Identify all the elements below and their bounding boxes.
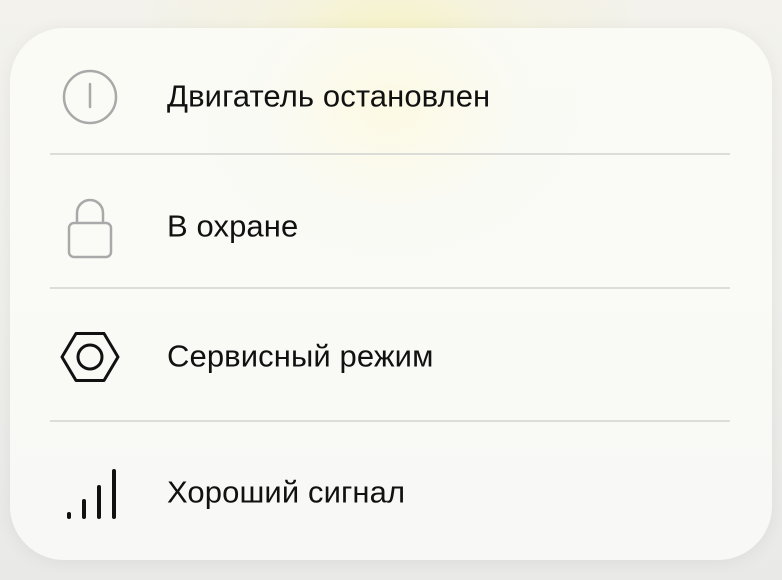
divider: [50, 153, 730, 155]
power-icon: [60, 67, 120, 127]
vehicle-status-card: Двигатель остановлен В охране Сервисный …: [10, 28, 772, 560]
status-label-signal: Хороший сигнал: [167, 474, 406, 510]
status-row-security[interactable]: В охране: [10, 162, 772, 292]
status-label-engine: Двигатель остановлен: [167, 78, 491, 114]
status-label-service: Сервисный режим: [167, 338, 434, 374]
status-row-engine[interactable]: Двигатель остановлен: [10, 32, 772, 162]
divider: [50, 287, 730, 289]
divider: [50, 420, 730, 422]
status-row-service[interactable]: Сервисный режим: [10, 292, 772, 422]
hex-nut-icon: [60, 327, 120, 387]
status-label-security: В охране: [167, 208, 299, 244]
padlock-icon: [60, 197, 120, 259]
status-row-signal[interactable]: Хороший сигнал: [10, 428, 772, 558]
signal-bars-icon: [60, 463, 120, 523]
